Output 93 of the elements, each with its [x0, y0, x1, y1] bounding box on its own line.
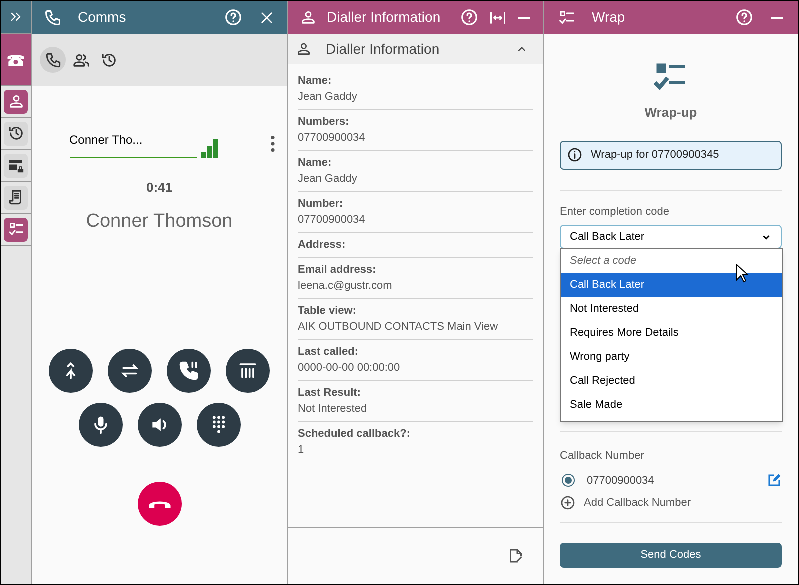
radio-button[interactable]	[562, 474, 575, 488]
checklist-icon	[558, 8, 576, 26]
history-icon	[100, 52, 118, 68]
person-icon	[8, 93, 24, 110]
panel-title: Dialler Information	[327, 8, 442, 27]
field-label: Callback Number	[560, 449, 646, 464]
rail-button[interactable]	[4, 122, 28, 146]
person-icon	[300, 9, 317, 26]
help-button[interactable]	[460, 8, 479, 27]
field-label: Scheduled callback?:	[298, 427, 412, 442]
rail-button[interactable]	[4, 90, 28, 114]
conference-button[interactable]	[226, 349, 270, 393]
rail-button[interactable]	[4, 186, 28, 210]
callback-number: 07700900034	[587, 474, 656, 488]
help-icon	[735, 8, 754, 27]
merge-button[interactable]	[49, 349, 93, 393]
edit-button[interactable]	[767, 473, 782, 488]
minimize-button[interactable]	[517, 16, 531, 20]
help-button[interactable]	[735, 8, 754, 27]
dropdown-option[interactable]: Requires More Details	[561, 321, 782, 345]
hold-button[interactable]	[167, 349, 211, 393]
field-label: Numbers:	[298, 115, 350, 130]
history-icon	[8, 125, 24, 142]
checklist-icon	[8, 221, 24, 238]
dropdown-option[interactable]: Wrong party	[561, 345, 782, 369]
field-value: 07700900034	[298, 131, 366, 146]
phone-icon	[44, 8, 62, 26]
help-icon	[460, 8, 479, 27]
dropdown-option[interactable]: Sale Made	[561, 393, 782, 417]
hang-up-button[interactable]	[138, 482, 182, 526]
panel-title: Wrap	[592, 8, 626, 27]
field-value: Jean Gaddy	[298, 172, 358, 187]
call-timer: 0:41	[146, 179, 173, 197]
minimize-icon	[518, 16, 530, 18]
dropdown-option[interactable]: Select a code	[561, 249, 782, 273]
info-icon	[567, 147, 583, 163]
close-icon	[259, 10, 275, 26]
mouse-cursor-icon	[736, 264, 749, 283]
dropdown-option[interactable]: Call Rejected	[561, 369, 782, 393]
more-icon	[270, 136, 274, 152]
signal-icon	[200, 138, 218, 158]
caller-name: Conner Thomson	[86, 210, 233, 234]
name-field[interactable]: Conner Tho...	[70, 131, 196, 158]
document-icon	[8, 189, 24, 206]
panel-title: Comms	[78, 8, 128, 27]
add-callback-button[interactable]: Add Callback Number	[560, 495, 782, 512]
more-button[interactable]	[270, 136, 274, 152]
completion-code-select[interactable]: Call Back Later	[560, 225, 782, 249]
close-button[interactable]	[259, 10, 275, 26]
field-label: Last called:	[298, 345, 360, 360]
info-text: Wrap-up for 07700900345	[591, 148, 720, 163]
speaker-button[interactable]	[138, 403, 182, 447]
section-header[interactable]: Dialler Information	[288, 34, 543, 64]
help-icon	[224, 8, 243, 27]
dropdown-option[interactable]: Not Interested	[561, 297, 782, 321]
expand-button[interactable]	[1, 1, 31, 34]
field-value: 1	[298, 443, 306, 458]
add-icon	[560, 495, 576, 512]
minimize-button[interactable]	[770, 16, 784, 20]
field-label: Number:	[298, 197, 344, 212]
field-label: Email address:	[298, 263, 378, 278]
edit-document-icon	[507, 547, 525, 565]
wrap-up-heading: Wrap-up	[644, 104, 698, 122]
help-button[interactable]	[224, 8, 243, 27]
transfer-button[interactable]	[108, 349, 152, 393]
field-value: Jean Gaddy	[298, 90, 358, 105]
edit-icon	[767, 473, 782, 488]
field-value: 07700900034	[298, 213, 366, 228]
rail-button[interactable]	[4, 154, 28, 178]
edit-note-button[interactable]	[507, 547, 525, 565]
hang-up-icon	[148, 500, 170, 508]
dropdown-option[interactable]: Call Back Later	[561, 273, 782, 297]
field-label: Address:	[298, 238, 347, 253]
field-label: Last Result:	[298, 386, 362, 401]
field-label: Enter completion code	[560, 204, 670, 220]
comms-tab[interactable]	[40, 47, 66, 73]
field-value: 0000-00-00 00:00:00	[298, 361, 402, 376]
send-codes-button[interactable]: Send Codes	[560, 542, 782, 568]
phone-tab[interactable]	[1, 34, 31, 86]
field-value: leena.c@gustr.com	[298, 279, 394, 294]
person-icon	[296, 41, 312, 57]
expand-icon	[9, 10, 23, 24]
field-value: Not Interested	[298, 402, 368, 417]
phone-icon	[44, 52, 62, 68]
phone-hold-icon	[178, 360, 200, 382]
mute-button[interactable]	[78, 403, 122, 447]
minimize-icon	[771, 16, 783, 18]
field-label: Name:	[298, 156, 333, 171]
field-label: Name:	[298, 74, 333, 89]
field-value: AIK OUTBOUND CONTACTS Main View	[298, 320, 500, 335]
rail-button[interactable]	[4, 218, 28, 242]
keypad-button[interactable]	[196, 403, 240, 447]
field-label: Table view:	[298, 304, 358, 319]
